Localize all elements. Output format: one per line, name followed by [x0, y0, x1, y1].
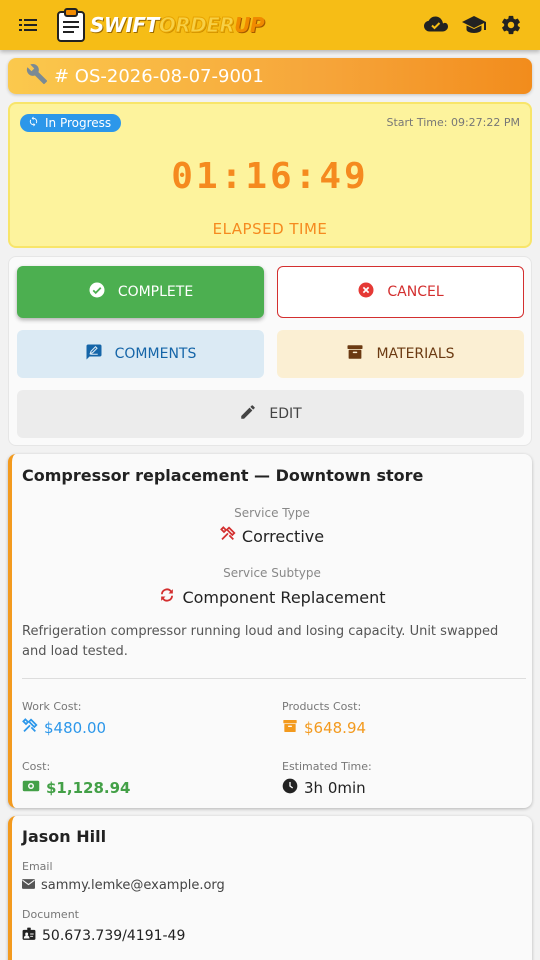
logo-part-swift: SWIFT — [90, 13, 159, 37]
app-header: SWIFTOrderUP — [0, 0, 540, 50]
logo-part-order: Order — [158, 13, 235, 38]
elapsed-timer: 01:16:49 — [171, 156, 369, 197]
clock-icon — [282, 778, 298, 798]
clipboard-logo-icon — [56, 8, 86, 42]
menu-icon[interactable] — [8, 0, 48, 50]
logo-part-up: UP — [234, 13, 265, 37]
work-cost-label: Work Cost: — [22, 700, 82, 713]
email-value: sammy.lemke@example.org — [41, 878, 225, 893]
check-circle-icon — [88, 281, 106, 303]
materials-button[interactable]: MATERIALS — [277, 330, 524, 378]
cancel-label: CANCEL — [387, 284, 444, 300]
client-card: Jason Hill Email sammy.lemke@example.org… — [8, 816, 532, 960]
wrench-icon — [26, 63, 48, 90]
graduation-cap-icon[interactable] — [462, 15, 486, 35]
document-label: Document — [22, 908, 79, 921]
order-title: Compressor replacement — Downtown store — [22, 466, 424, 485]
order-details-card: Compressor replacement — Downtown store … — [8, 454, 532, 808]
pencil-icon — [239, 403, 257, 425]
cancel-circle-icon — [357, 281, 375, 303]
gear-icon[interactable] — [500, 14, 522, 36]
service-subtype-value: Component Replacement — [182, 587, 386, 607]
timer-card: In Progress Start Time: 09:27:22 PM 01:1… — [8, 102, 532, 248]
divider — [22, 678, 526, 679]
start-time: Start Time: 09:27:22 PM — [386, 116, 520, 129]
archive-box-icon — [346, 343, 364, 365]
order-number-banner: # OS-2026-08-07-9001 — [8, 58, 532, 94]
service-type-value: Corrective — [241, 526, 325, 546]
status-label: In Progress — [45, 116, 112, 130]
email-label: Email — [22, 860, 53, 873]
edit-label: EDIT — [269, 406, 302, 422]
total-cost-value: $1,128.94 — [46, 779, 131, 797]
products-cost-label: Products Cost: — [282, 700, 362, 713]
service-type: Corrective — [12, 526, 532, 546]
service-subtype-label: Service Subtype — [223, 566, 321, 580]
products-cost-value: $648.94 — [304, 719, 367, 737]
cloud-done-icon[interactable] — [424, 16, 448, 34]
total-cost: $1,128.94 — [22, 778, 130, 798]
service-subtype: Component Replacement — [12, 586, 532, 608]
materials-label: MATERIALS — [376, 346, 455, 362]
elapsed-time-label: ELAPSED TIME — [212, 220, 328, 238]
sync-arrows-icon — [158, 586, 176, 608]
app-logo: SWIFTOrderUP — [90, 13, 265, 38]
status-badge: In Progress — [20, 114, 122, 132]
comment-edit-icon — [85, 343, 103, 365]
cancel-button[interactable]: CANCEL — [277, 266, 524, 318]
comments-label: COMMENTS — [114, 346, 197, 362]
id-card-icon — [22, 927, 36, 945]
client-document: 50.673.739/4191-49 — [22, 927, 185, 945]
cost-label: Cost: — [22, 760, 51, 773]
sync-icon — [28, 116, 39, 130]
order-description: Refrigeration compressor running loud an… — [22, 624, 499, 659]
order-number: # OS-2026-08-07-9001 — [54, 65, 264, 87]
actions-card: COMPLETE CANCEL COMMENTS MATERIALS EDIT — [8, 256, 532, 446]
estimated-time-label: Estimated Time: — [282, 760, 372, 773]
work-cost-value: $480.00 — [44, 719, 107, 737]
edit-button[interactable]: EDIT — [17, 390, 524, 438]
archive-box-icon — [282, 718, 298, 738]
document-value: 50.673.739/4191-49 — [42, 928, 186, 944]
tools-icon — [220, 526, 236, 546]
client-email[interactable]: sammy.lemke@example.org — [22, 878, 225, 893]
client-name: Jason Hill — [22, 827, 107, 846]
complete-label: COMPLETE — [117, 284, 194, 300]
comments-button[interactable]: COMMENTS — [17, 330, 264, 378]
work-cost: $480.00 — [22, 718, 106, 738]
money-bill-icon — [22, 778, 40, 798]
estimated-time: 3h 0min — [282, 778, 366, 798]
service-type-label: Service Type — [234, 506, 310, 520]
complete-button[interactable]: COMPLETE — [17, 266, 264, 318]
estimated-time-value: 3h 0min — [304, 779, 366, 797]
tools-icon — [22, 718, 38, 738]
envelope-icon — [22, 878, 35, 893]
products-cost: $648.94 — [282, 718, 366, 738]
